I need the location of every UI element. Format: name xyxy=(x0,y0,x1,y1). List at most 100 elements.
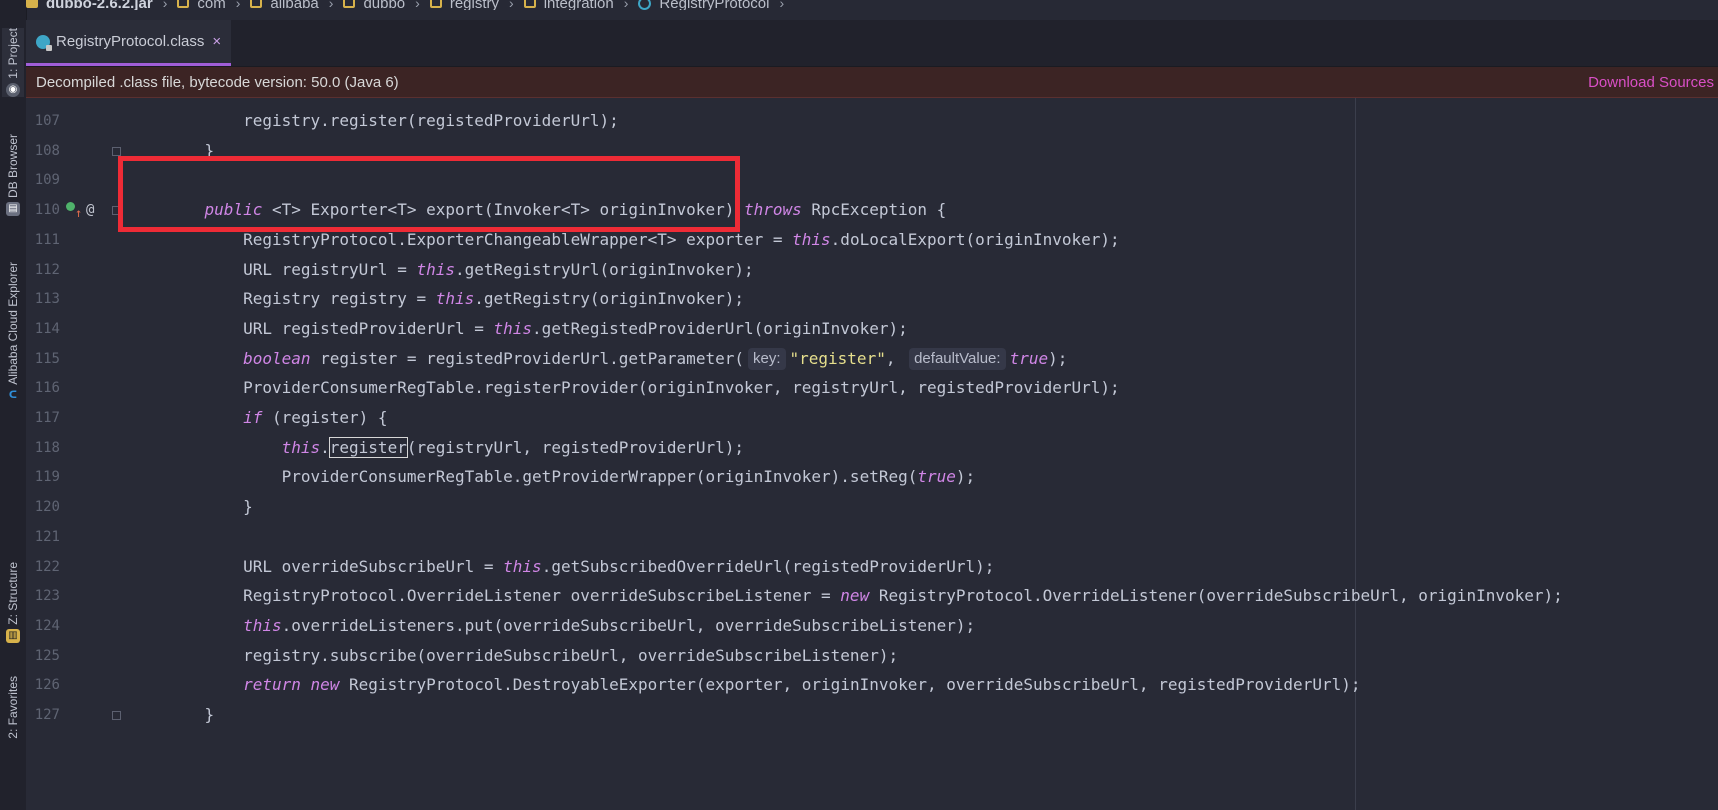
code-token: URL overrideSubscribeUrl = xyxy=(166,556,504,576)
line-number: 120 xyxy=(34,499,60,516)
fold-marker-icon[interactable] xyxy=(112,146,121,156)
code-line[interactable]: 122 URL overrideSubscribeUrl = this.getS… xyxy=(26,552,1718,582)
code-token: ); xyxy=(1048,348,1068,368)
keyword-token: public xyxy=(204,200,263,220)
tool-project-label: 1: Project xyxy=(6,28,20,79)
banner-message: Decompiled .class file, bytecode version… xyxy=(36,73,399,91)
code-token: .doLocalExport(originInvoker); xyxy=(830,229,1120,249)
keyword-token: this xyxy=(435,289,475,309)
download-sources-link[interactable]: Download Sources xyxy=(1588,74,1718,91)
code-token: . xyxy=(320,437,330,457)
breadcrumb: dubbo-2.6.2.jar › com › alibaba › dubbo … xyxy=(26,0,1718,10)
breadcrumb-item-package[interactable]: alibaba › xyxy=(250,0,333,10)
tab-label: RegistryProtocol.class xyxy=(56,33,205,50)
code-line[interactable]: 119 ProviderConsumerRegTable.getProvider… xyxy=(26,462,1718,492)
code-line[interactable]: 113 Registry registry = this.getRegistry… xyxy=(26,284,1718,314)
code-line[interactable]: 121 xyxy=(26,522,1718,552)
code-line[interactable]: 114 URL registedProviderUrl = this.getRe… xyxy=(26,314,1718,344)
code-token: URL registryUrl = xyxy=(166,259,417,279)
code-line[interactable]: 127 } xyxy=(26,700,1718,730)
breadcrumb-item-jar[interactable]: dubbo-2.6.2.jar › xyxy=(26,0,167,10)
folder-icon xyxy=(250,0,263,8)
string-token: "register" xyxy=(789,348,886,368)
tool-db-browser[interactable]: DB Browser ▤ xyxy=(2,134,24,217)
code-token: ); xyxy=(955,467,976,487)
annotation-icon[interactable]: @ xyxy=(86,195,94,225)
tool-window-strip: 1: Project ◉ DB Browser ▤ Alibaba Cloud … xyxy=(0,0,27,810)
alibaba-cloud-icon: ᑕ xyxy=(8,389,18,401)
code-editor[interactable]: 107 registry.register(registedProviderUr… xyxy=(26,98,1718,810)
code-text: ProviderConsumerRegTable.getProviderWrap… xyxy=(166,462,976,492)
tool-favorites[interactable]: 2: Favorites xyxy=(2,676,24,739)
code-token: RegistryProtocol.OverrideListener overri… xyxy=(166,586,841,606)
structure-icon: ▥ xyxy=(6,628,20,643)
keyword-token: if xyxy=(243,408,263,427)
tool-db-browser-label: DB Browser xyxy=(6,134,20,199)
code-token: <T> Exporter<T> export(Invoker<T> origin… xyxy=(262,200,744,220)
tool-structure-label: Z: Structure xyxy=(6,562,20,625)
decompiled-banner: Decompiled .class file, bytecode version… xyxy=(26,67,1718,98)
code-line[interactable]: 116 ProviderConsumerRegTable.registerPro… xyxy=(26,373,1718,403)
code-line[interactable]: 120 } xyxy=(26,492,1718,522)
code-line[interactable]: 123 RegistryProtocol.OverrideListener ov… xyxy=(26,581,1718,611)
code-line[interactable]: 111 RegistryProtocol.ExporterChangeableW… xyxy=(26,225,1718,255)
breadcrumb-item-package[interactable]: com › xyxy=(177,0,240,10)
code-text: this.register(registryUrl, registedProvi… xyxy=(166,433,744,463)
close-icon[interactable]: × xyxy=(212,33,221,50)
code-token: (register) { xyxy=(262,408,388,427)
tool-alibaba-cloud[interactable]: Alibaba Cloud Explorer ᑕ xyxy=(2,262,24,403)
parameter-hint: key: xyxy=(747,347,786,370)
chevron-right-icon: › xyxy=(623,0,629,10)
line-number: 122 xyxy=(34,558,60,575)
line-number: 119 xyxy=(34,469,60,486)
code-text: RegistryProtocol.ExporterChangeableWrapp… xyxy=(166,225,1120,255)
code-token: (registryUrl, registedProviderUrl); xyxy=(406,437,744,457)
code-line[interactable]: 108 } xyxy=(26,136,1718,166)
code-line[interactable]: 110 ↑ @ public <T> Exporter<T> export(Invo… xyxy=(26,195,1718,225)
line-number: 109 xyxy=(34,172,60,189)
chevron-right-icon: › xyxy=(162,0,168,10)
code-token: , xyxy=(885,348,906,368)
line-number: 124 xyxy=(34,617,60,634)
code-line[interactable]: 125 registry.subscribe(overrideSubscribe… xyxy=(26,641,1718,671)
implements-icon[interactable] xyxy=(66,202,75,212)
code-line[interactable]: 124 this.overrideListeners.put(overrideS… xyxy=(26,611,1718,641)
code-text: ProviderConsumerRegTable.registerProvide… xyxy=(166,373,1120,403)
fold-marker-icon[interactable] xyxy=(112,711,121,720)
override-up-icon[interactable]: ↑ xyxy=(75,198,82,228)
code-line[interactable]: 109 xyxy=(26,165,1718,195)
code-text: this.overrideListeners.put(overrideSubsc… xyxy=(166,611,975,641)
parameter-hint: defaultValue: xyxy=(909,347,1006,370)
chevron-right-icon: › xyxy=(509,0,514,10)
tool-project[interactable]: 1: Project ◉ xyxy=(2,28,24,97)
folder-icon xyxy=(523,0,536,8)
code-token: } xyxy=(166,140,215,160)
tab-registry-protocol[interactable]: RegistryProtocol.class × xyxy=(26,20,232,66)
breadcrumb-item-class[interactable]: RegistryProtocol › xyxy=(638,0,784,10)
code-line[interactable]: 107 registry.register(registedProviderUr… xyxy=(26,106,1718,136)
folder-icon xyxy=(177,0,190,8)
chevron-right-icon: › xyxy=(235,0,241,10)
breadcrumb-item-package[interactable]: registry › xyxy=(429,0,514,10)
code-line[interactable]: 117 if (register) { xyxy=(26,403,1718,433)
breadcrumb-item-package[interactable]: integration › xyxy=(523,0,629,10)
code-token: ProviderConsumerRegTable.registerProvide… xyxy=(166,378,1120,398)
fold-marker-icon[interactable] xyxy=(112,206,121,216)
code-line[interactable]: 126 return new RegistryProtocol.Destroya… xyxy=(26,670,1718,700)
line-number: 118 xyxy=(34,439,60,456)
class-file-icon xyxy=(36,34,52,51)
line-number: 125 xyxy=(34,647,60,664)
code-line[interactable]: 118 this.register(registryUrl, registedP… xyxy=(26,433,1718,463)
tool-structure[interactable]: Z: Structure ▥ xyxy=(2,562,24,643)
breadcrumb-item-package[interactable]: dubbo › xyxy=(343,0,420,10)
code-line[interactable]: 115 boolean register = registedProviderU… xyxy=(26,344,1718,374)
code-token: } xyxy=(166,497,253,517)
code-token: .getRegistryUrl(originInvoker); xyxy=(454,259,754,279)
keyword-token: new xyxy=(840,586,870,606)
code-line[interactable]: 112 URL registryUrl = this.getRegistryUr… xyxy=(26,255,1718,285)
code-token: Registry registry = xyxy=(166,289,436,309)
line-number: 114 xyxy=(34,320,60,337)
